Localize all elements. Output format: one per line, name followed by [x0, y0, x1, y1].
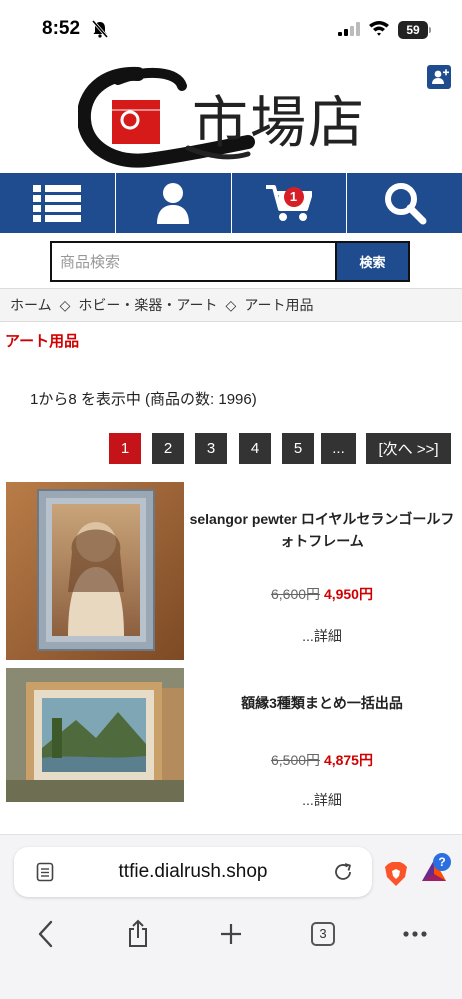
status-bar: 8:52 59	[0, 0, 462, 56]
address-bar[interactable]: ttfie.dialrush.shop	[14, 847, 372, 897]
search-icon	[384, 183, 427, 225]
breadcrumb-separator: ◇	[59, 296, 71, 313]
product-card: selangor pewter ロイヤルセランゴールフォトフレーム 6,600円…	[0, 482, 462, 662]
page-2-button[interactable]: 2	[152, 433, 184, 464]
list-menu-icon	[33, 185, 82, 222]
product-price: 6,500円 4,875円	[188, 750, 456, 770]
next-page-button[interactable]: [次へ >>]	[366, 433, 451, 464]
tabs-button[interactable]: 3	[311, 922, 335, 946]
search-bar: 商品検索 検索	[50, 241, 410, 282]
sale-price: 4,950円	[323, 586, 373, 602]
brave-shield-icon[interactable]	[384, 861, 408, 887]
product-detail-link[interactable]: ...詳細	[188, 790, 456, 810]
add-user-icon	[432, 69, 449, 84]
search-input[interactable]: 商品検索	[50, 241, 335, 282]
rewards-badge: ?	[433, 853, 451, 871]
add-user-button[interactable]	[427, 65, 451, 89]
cell-signal-icon	[338, 22, 360, 36]
result-count: 1から8 を表示中 (商品の数: 1996)	[30, 391, 257, 408]
main-nav: 1	[0, 173, 462, 233]
site-header: 市場店	[0, 60, 462, 172]
breadcrumb-hobby[interactable]: ホビー・楽器・アート	[78, 295, 217, 315]
nav-account-button[interactable]	[116, 173, 232, 233]
product-card: 額縁3種類まとめ一括出品 6,500円 4,875円 ...詳細	[0, 668, 462, 808]
breadcrumb-home[interactable]: ホーム	[10, 295, 52, 315]
reload-icon[interactable]	[332, 861, 354, 883]
page-1-button[interactable]: 1	[109, 433, 141, 464]
page-3-button[interactable]: 3	[195, 433, 227, 464]
battery-indicator: 59	[398, 21, 428, 39]
browser-toolbar: 3	[0, 919, 462, 959]
logo-text: 市場店	[192, 91, 366, 156]
page-5-button[interactable]: 5	[282, 433, 314, 464]
product-price: 6,600円 4,950円	[188, 584, 456, 604]
original-price: 6,600円	[271, 586, 321, 602]
breadcrumb-separator: ◇	[225, 296, 237, 313]
page-4-button[interactable]: 4	[239, 433, 271, 464]
product-image-picture-frames[interactable]	[6, 668, 184, 802]
browser-bottom-bar: ttfie.dialrush.shop ? 3	[0, 834, 462, 999]
product-name[interactable]: 額縁3種類まとめ一括出品	[188, 692, 456, 714]
category-title: アート用品	[5, 333, 80, 350]
product-image-photo-frame[interactable]	[6, 482, 184, 660]
wifi-icon	[369, 21, 389, 36]
nav-cart-button[interactable]: 1	[232, 173, 348, 233]
breadcrumb: ホーム ◇ ホビー・楽器・アート ◇ アート用品	[0, 288, 462, 322]
bell-muted-icon	[92, 20, 108, 38]
battery-tip	[429, 27, 431, 33]
sale-price: 4,875円	[323, 752, 373, 768]
nav-search-button[interactable]	[347, 173, 462, 233]
nav-menu-button[interactable]	[0, 173, 116, 233]
new-tab-icon[interactable]	[219, 919, 243, 949]
product-name[interactable]: selangor pewter ロイヤルセランゴールフォトフレーム	[188, 508, 456, 552]
breadcrumb-art-supplies[interactable]: アート用品	[244, 295, 313, 315]
pagination: 1 2 3 4 5 ... [次へ >>]	[0, 433, 462, 465]
url-text[interactable]: ttfie.dialrush.shop	[14, 861, 372, 883]
search-submit-button[interactable]: 検索	[335, 241, 410, 282]
original-price: 6,500円	[271, 752, 321, 768]
cart-count-badge: 1	[283, 187, 304, 207]
share-icon[interactable]	[126, 919, 150, 949]
product-detail-link[interactable]: ...詳細	[188, 626, 456, 646]
more-options-icon[interactable]	[402, 929, 428, 939]
status-time: 8:52	[42, 18, 81, 39]
page-ellipsis-button[interactable]: ...	[321, 433, 356, 464]
back-icon[interactable]	[36, 919, 56, 949]
user-icon	[157, 183, 190, 224]
